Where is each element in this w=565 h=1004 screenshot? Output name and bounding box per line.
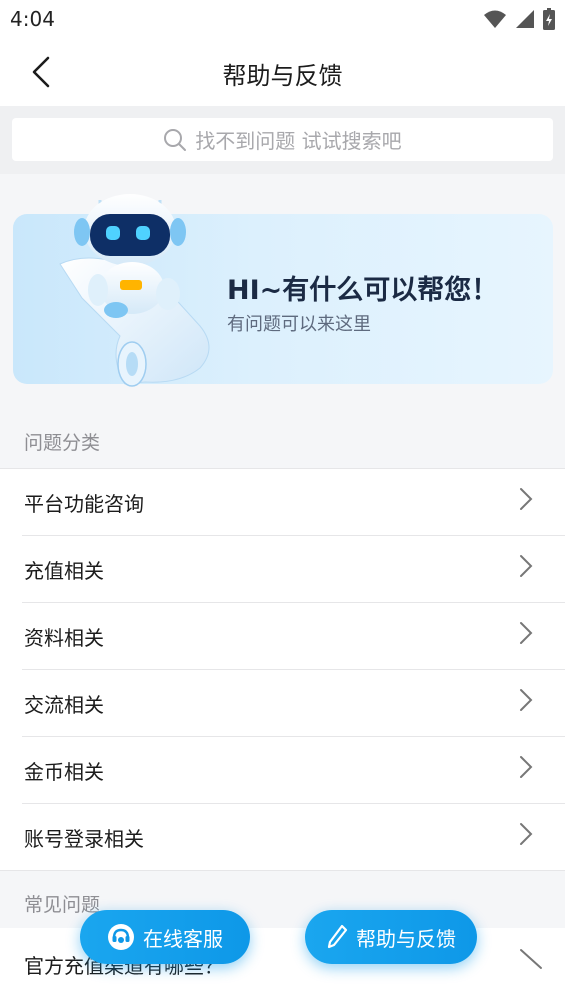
category-item-label: 资料相关 — [24, 626, 104, 650]
chevron-right-icon — [520, 689, 533, 711]
robot-mascot-illustration — [59, 194, 210, 387]
category-item-label: 账号登录相关 — [24, 827, 144, 851]
category-item-label: 金币相关 — [24, 760, 104, 784]
status-bar: 4:04 — [0, 0, 565, 38]
search-section: 找不到问题 试试搜索吧 — [0, 106, 565, 174]
category-item[interactable]: 充值相关 — [22, 536, 565, 603]
category-item[interactable]: 账号登录相关 — [22, 804, 565, 870]
page-title: 帮助与反馈 — [222, 62, 343, 90]
help-feedback-label: 帮助与反馈 — [356, 926, 456, 951]
status-time: 4:04 — [10, 7, 55, 31]
search-input[interactable]: 找不到问题 试试搜索吧 — [12, 118, 553, 161]
battery-icon — [543, 8, 555, 30]
category-item-label: 平台功能咨询 — [24, 492, 144, 516]
category-item[interactable]: 金币相关 — [22, 737, 565, 804]
category-item[interactable]: 交流相关 — [22, 670, 565, 737]
search-icon — [164, 128, 187, 151]
customer-service-icon — [108, 924, 134, 950]
banner-title: HI~有什么可以帮您！ — [227, 275, 499, 306]
category-item-label: 交流相关 — [24, 693, 104, 717]
category-list: 平台功能咨询 充值相关 资料相关 交流相关 金币相关 账号登录相关 — [0, 468, 565, 871]
signal-icon — [516, 10, 534, 28]
category-item-label: 充值相关 — [24, 559, 104, 583]
status-icons — [483, 8, 555, 30]
banner-subtitle: 有问题可以来这里 — [227, 314, 371, 335]
faq-section-title: 常见问题 — [24, 894, 101, 916]
chevron-right-icon — [520, 756, 533, 778]
help-feedback-button[interactable]: 帮助与反馈 — [305, 910, 477, 964]
wifi-icon — [484, 10, 506, 28]
chevron-right-icon — [520, 622, 533, 644]
chevron-right-icon — [520, 488, 533, 510]
search-placeholder: 找不到问题 试试搜索吧 — [195, 129, 402, 153]
category-section-title: 问题分类 — [24, 432, 101, 454]
online-service-button[interactable]: 在线客服 — [80, 910, 250, 964]
online-service-label: 在线客服 — [143, 926, 223, 951]
category-item[interactable]: 平台功能咨询 — [22, 469, 565, 536]
chevron-right-icon — [520, 823, 533, 845]
chevron-right-icon — [520, 555, 533, 577]
pencil-icon — [327, 924, 348, 949]
expand-icon — [520, 949, 542, 969]
app-header: 帮助与反馈 — [0, 38, 565, 106]
category-item[interactable]: 资料相关 — [22, 603, 565, 670]
